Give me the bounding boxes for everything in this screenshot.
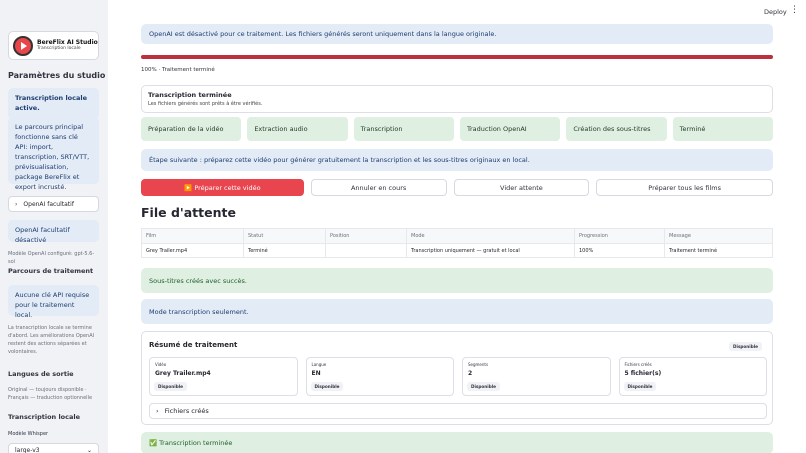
action-buttons: ▶️ Préparer cette vidéo Annuler en cours…	[141, 179, 773, 196]
prepare-video-button[interactable]: ▶️ Préparer cette vidéo	[141, 179, 304, 196]
cell-position	[325, 243, 407, 258]
studio-logo-card: BereFlix AI Studio Transcription locale	[8, 31, 99, 60]
params-heading: Paramètres du studio	[8, 71, 106, 80]
col-progress[interactable]: Progression	[574, 228, 665, 244]
metric-video: Vidéo Grey Trailer.mp4 Disponible	[149, 357, 298, 396]
subs-success-alert: Sous-titres créés avec succès.	[141, 268, 773, 293]
queue-title: File d'attente	[141, 205, 236, 220]
pipeline-info-box: Le parcours principal fonctionne sans cl…	[8, 117, 99, 191]
metric-value: 2	[468, 370, 473, 377]
files-expander[interactable]: › Fichiers créés	[149, 403, 767, 419]
transcription-status-box: Transcription locale active.	[8, 88, 99, 119]
summary-title: Résumé de traitement	[149, 341, 238, 349]
whisper-model-select[interactable]: large-v3 ⌄	[8, 443, 99, 453]
openai-expander-label: OpenAI facultatif	[23, 200, 74, 208]
openai-model-note: Modèle OpenAI configuré: gpt-5.6-sol	[8, 251, 95, 265]
no-key-box: Aucune clé API requise pour le traitemen…	[8, 285, 99, 319]
output-note: Original — toujours disponible · Françai…	[8, 387, 93, 401]
metric-files: Fichiers créés 5 fichier(s) Disponible	[618, 357, 767, 396]
sidebar: BereFlix AI Studio Transcription locale …	[0, 0, 108, 453]
progress-text: 100% · Traitement terminé	[141, 67, 215, 73]
status-badge: Disponible	[310, 382, 344, 391]
cell-film: Grey Trailer.mp4	[141, 243, 244, 258]
step-done: Terminé	[672, 117, 773, 141]
progress-fill	[141, 55, 773, 59]
col-status[interactable]: Statut	[243, 228, 326, 244]
cancel-button[interactable]: Annuler en cours	[310, 179, 447, 196]
col-film[interactable]: Film	[141, 228, 244, 244]
route-heading: Parcours de traitement	[8, 267, 94, 275]
step-preparation: Préparation de la vidéo	[141, 117, 242, 141]
whisper-model-value: large-v3	[15, 447, 40, 453]
pipeline-steps: Préparation de la vidéo Extraction audio…	[141, 117, 773, 141]
metric-language: Langue EN Disponible	[305, 357, 454, 396]
summary-metrics: Vidéo Grey Trailer.mp4 Disponible Langue…	[149, 357, 767, 396]
metric-value: 5 fichier(s)	[624, 370, 662, 377]
queue-table: Film Statut Position Mode Progression Me…	[141, 228, 773, 258]
logo-subtitle: Transcription locale	[37, 46, 81, 52]
metric-label: Segments	[468, 362, 489, 367]
col-mode[interactable]: Mode	[406, 228, 575, 244]
metric-label: Langue	[311, 362, 327, 367]
metric-label: Vidéo	[155, 362, 167, 367]
clear-queue-button[interactable]: Vider attente	[453, 179, 590, 196]
progress-bar	[141, 55, 773, 59]
metric-segments: Segments 2 Disponible	[462, 357, 611, 396]
status-badge: Disponible	[467, 382, 500, 391]
queue-header-row: Film Statut Position Mode Progression Me…	[141, 228, 773, 244]
metric-value: Grey Trailer.mp4	[155, 370, 211, 377]
step-transcription: Transcription	[353, 117, 454, 141]
deploy-button[interactable]: Deploy	[764, 8, 787, 16]
openai-expander[interactable]: › OpenAI facultatif	[8, 196, 99, 212]
step-translation: Traduction OpenAI	[459, 117, 561, 141]
cell-message: Traitement terminé	[664, 243, 773, 258]
mode-info-alert: Mode transcription seulement.	[141, 299, 773, 324]
col-message[interactable]: Message	[664, 228, 773, 244]
play-logo-icon	[13, 35, 33, 56]
whisper-label: Modèle Whisper	[8, 431, 49, 437]
chevron-right-icon: ›	[15, 200, 18, 208]
local-heading: Transcription locale	[8, 413, 81, 421]
openai-disabled-box: OpenAI facultatif désactivé	[8, 220, 99, 244]
output-heading: Langues de sortie	[8, 370, 74, 378]
col-position[interactable]: Position	[325, 228, 407, 244]
status-badge: Disponible	[154, 382, 187, 391]
summary-card: Résumé de traitement Disponible Vidéo Gr…	[141, 331, 773, 425]
table-row[interactable]: Grey Trailer.mp4 Terminé Transcription u…	[141, 243, 773, 258]
chevron-right-icon: ›	[156, 407, 159, 415]
route-note: La transcription locale se termine d'abo…	[8, 325, 95, 355]
cell-mode: Transcription uniquement — gratuit et lo…	[406, 243, 575, 258]
kebab-menu-icon[interactable]: ⋮	[790, 6, 799, 15]
status-badge: Disponible	[623, 382, 657, 391]
final-status-alert: ✅ Transcription terminée	[141, 432, 773, 453]
openai-disabled-notice: OpenAI est désactivé pour ce traitement.…	[141, 24, 773, 44]
summary-badge: Disponible	[729, 342, 762, 351]
cell-status: Terminé	[243, 243, 326, 258]
done-card: Transcription terminée Les fichiers géné…	[141, 85, 773, 113]
step-subtitles: Création des sous-titres	[566, 117, 667, 141]
prepare-all-button[interactable]: Préparer tous les films	[596, 179, 773, 196]
done-subtitle: Les fichiers générés sont prêts à être v…	[148, 101, 263, 107]
cell-progress: 100%	[574, 243, 665, 258]
metric-label: Fichiers créés	[624, 362, 652, 367]
chevron-down-icon: ⌄	[86, 447, 92, 453]
next-step-notice: Étape suivante : préparez cette vidéo po…	[141, 149, 773, 171]
metric-value: EN	[311, 370, 321, 377]
files-expander-label: Fichiers créés	[164, 407, 209, 415]
done-title: Transcription terminée	[148, 91, 232, 99]
step-audio-extraction: Extraction audio	[247, 117, 348, 141]
